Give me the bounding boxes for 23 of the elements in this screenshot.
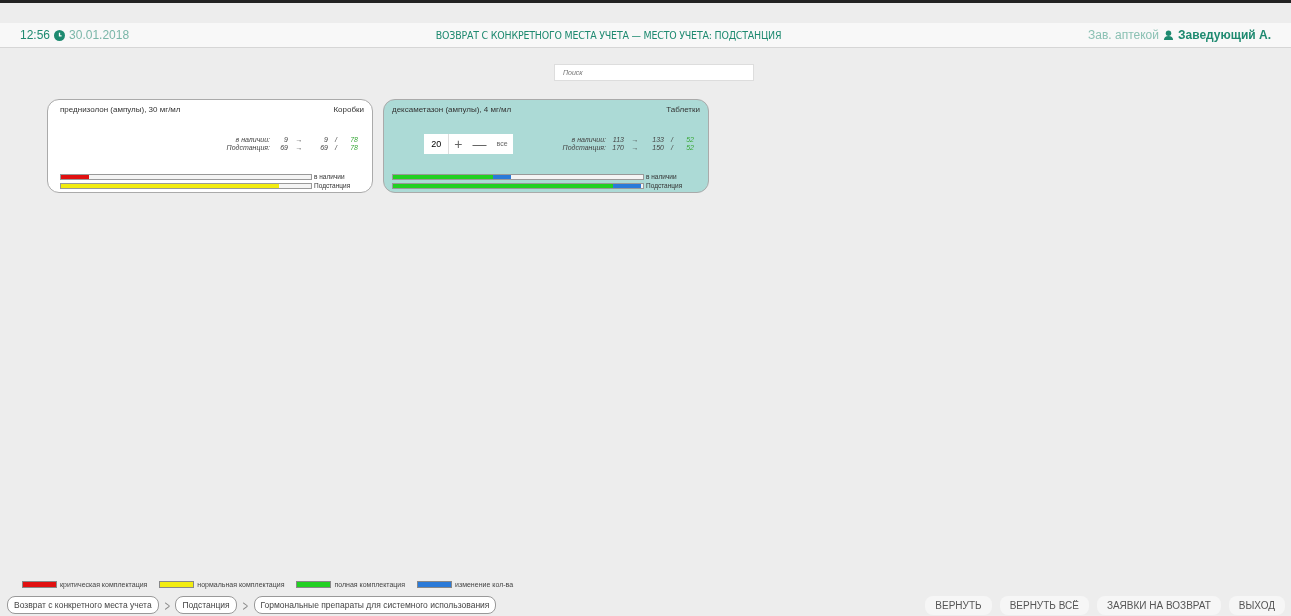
clock-icon: [54, 29, 66, 41]
action-button[interactable]: ВЫХОД: [1228, 595, 1285, 615]
quantity-field[interactable]: 20: [424, 133, 450, 154]
user-name: Заведующий А.: [1178, 28, 1271, 42]
product-name: дексаметазон (ампулы), 4 мг/мл: [392, 105, 512, 114]
breadcrumb-link[interactable]: Гормональные препараты для системного использования: [253, 596, 497, 614]
unit-label: Коробки: [333, 105, 364, 114]
user-icon: [1163, 29, 1174, 41]
action-button[interactable]: ЗАЯВКИ НА ВОЗВРАТ: [1096, 595, 1221, 615]
product-name: преднизолон (ампулы), 30 мг/мл: [60, 105, 181, 114]
unit-label: Таблетки: [666, 105, 700, 114]
role-text: Зав. аптекой: [1088, 28, 1159, 42]
breadcrumb-link[interactable]: Возврат с конкретного места учета: [7, 596, 159, 614]
minus-button[interactable]: —: [467, 135, 492, 152]
date-text: 30.01.2018: [69, 28, 130, 42]
breadcrumb-separator: >: [164, 596, 170, 614]
page-title: ВОЗВРАТ С КОНКРЕТНОГО МЕСТА УЧЕТА — МЕСТО УЧЕТА: ПОДСТАНЦИЯ: [435, 29, 782, 41]
breadcrumb-separator: >: [242, 596, 248, 614]
action-button[interactable]: ВЕРНУТЬ: [925, 595, 992, 615]
breadcrumb-link[interactable]: Подстанция: [175, 596, 237, 614]
plus-button[interactable]: +: [449, 135, 468, 152]
action-button[interactable]: ВЕРНУТЬ ВСЁ: [999, 595, 1089, 615]
time-text: 12:56: [20, 28, 51, 42]
